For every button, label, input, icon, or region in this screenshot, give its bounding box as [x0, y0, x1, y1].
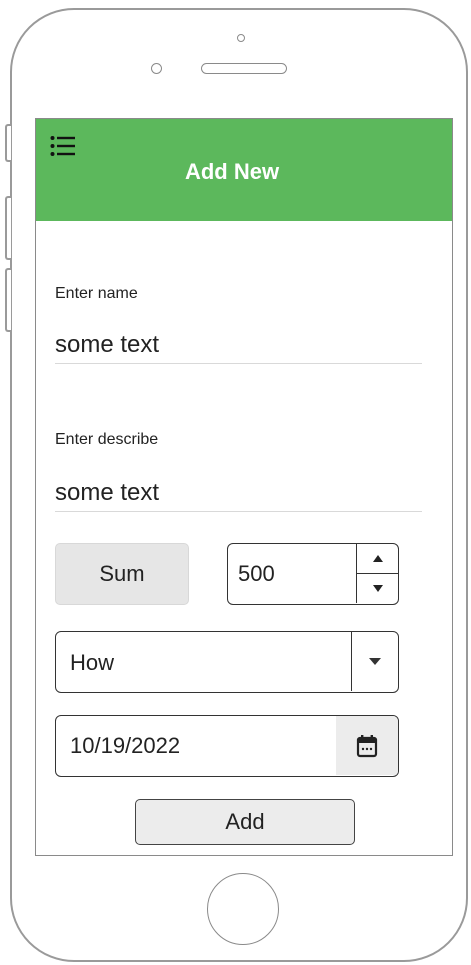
- app-screen: Add New Enter name Enter describe Sum Ho…: [35, 118, 453, 856]
- proximity-sensor: [151, 63, 162, 74]
- front-camera: [237, 34, 245, 42]
- stepper-buttons: [356, 544, 398, 603]
- phone-volume-up-button: [5, 196, 11, 260]
- name-label: Enter name: [55, 285, 138, 302]
- earpiece-speaker: [201, 63, 287, 74]
- page-title: Add New: [184, 159, 280, 184]
- stepper-decrement-button[interactable]: [357, 574, 398, 603]
- describe-label: Enter describe: [55, 431, 159, 448]
- calendar-button[interactable]: [336, 716, 398, 775]
- stepper-value-input[interactable]: [238, 544, 348, 603]
- calendar-icon: [356, 734, 378, 757]
- sum-button[interactable]: Sum: [55, 543, 189, 605]
- triangle-down-icon: [372, 585, 383, 592]
- caret-down-icon: [369, 658, 381, 665]
- list-menu-icon[interactable]: [50, 135, 76, 157]
- name-input[interactable]: [55, 327, 422, 364]
- date-picker[interactable]: [55, 715, 399, 777]
- add-button[interactable]: Add: [135, 799, 355, 845]
- how-select[interactable]: How: [55, 631, 399, 693]
- home-button[interactable]: [207, 873, 279, 945]
- describe-input[interactable]: [55, 475, 422, 512]
- phone-side-button: [5, 124, 11, 162]
- app-header: Add New: [36, 119, 452, 221]
- phone-volume-down-button: [5, 268, 11, 332]
- triangle-up-icon: [372, 555, 383, 562]
- stepper-increment-button[interactable]: [357, 544, 398, 574]
- quantity-stepper[interactable]: [227, 543, 399, 605]
- date-input[interactable]: [70, 716, 320, 775]
- select-value: How: [70, 650, 115, 675]
- dropdown-arrow-button[interactable]: [351, 632, 398, 691]
